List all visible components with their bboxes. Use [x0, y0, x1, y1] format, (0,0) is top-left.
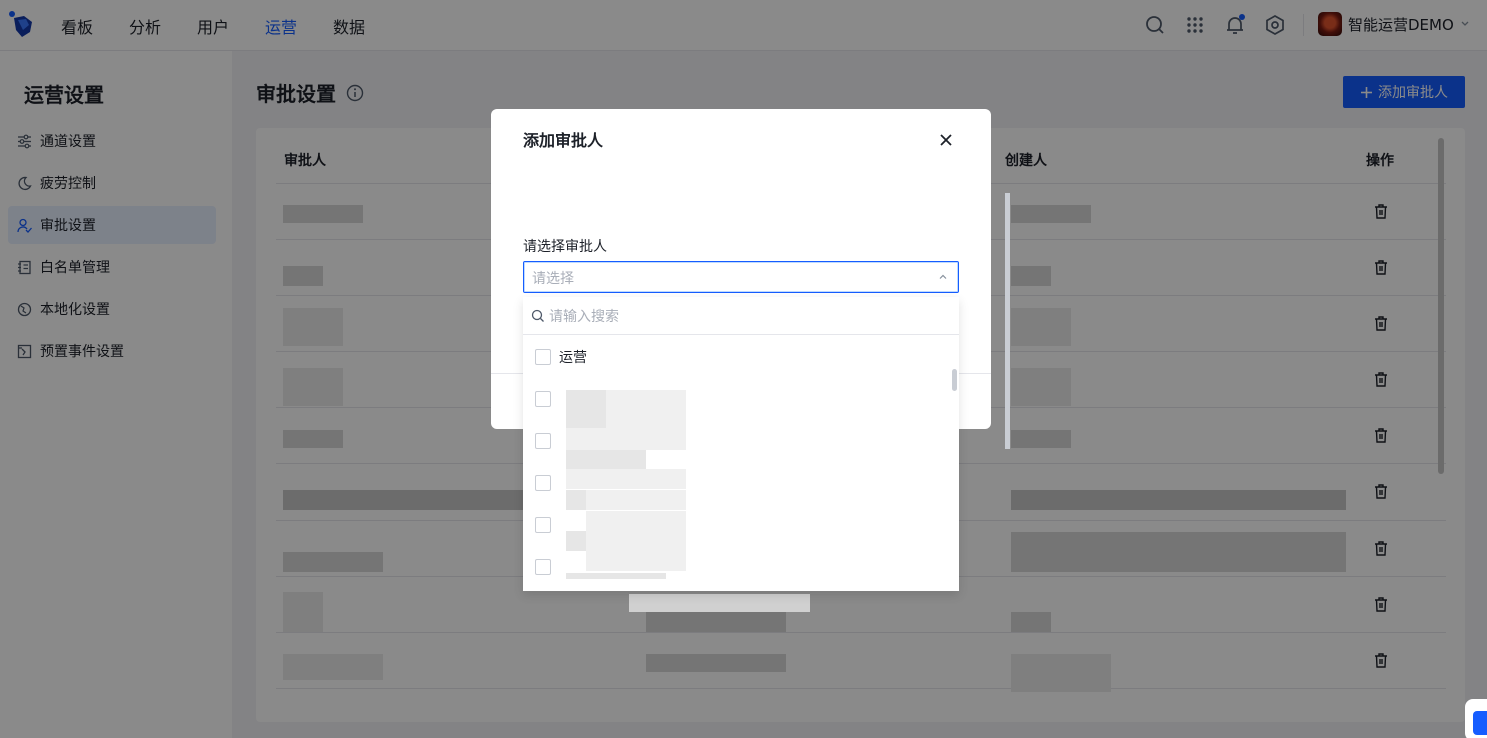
select-placeholder: 请选择	[532, 271, 574, 287]
redacted-option	[566, 531, 586, 551]
option-checkbox[interactable]	[535, 391, 551, 407]
redacted-option	[606, 390, 686, 428]
option-label[interactable]: 运营	[559, 347, 587, 367]
option-checkbox[interactable]	[535, 475, 551, 491]
approver-select[interactable]: 请选择	[523, 261, 959, 293]
approver-dropdown: 请输入搜索 运营	[523, 297, 959, 591]
chevron-up-icon	[939, 274, 947, 279]
redacted-option	[566, 490, 586, 510]
chat-icon	[1473, 711, 1487, 735]
redacted-option	[586, 511, 686, 571]
approver-field-label: 请选择审批人	[523, 239, 607, 255]
modal-scrollbar[interactable]	[1005, 193, 1010, 449]
option-checkbox[interactable]	[535, 349, 551, 365]
option-checkbox[interactable]	[535, 433, 551, 449]
help-chat-button[interactable]	[1465, 699, 1487, 738]
dropdown-search[interactable]: 请输入搜索	[523, 297, 959, 335]
close-icon[interactable]	[939, 133, 953, 147]
dropdown-scrollbar[interactable]	[952, 369, 957, 391]
redacted-cell	[629, 594, 810, 612]
search-placeholder: 请输入搜索	[549, 309, 619, 325]
redacted-option	[586, 490, 686, 510]
search-icon	[531, 309, 544, 322]
redacted-option	[566, 390, 606, 428]
redacted-option	[566, 450, 646, 469]
redacted-option	[566, 469, 686, 489]
modal-title: 添加审批人	[523, 131, 604, 150]
redacted-option	[566, 573, 666, 579]
redacted-option	[566, 428, 686, 450]
option-checkbox[interactable]	[535, 517, 551, 533]
option-checkbox[interactable]	[535, 559, 551, 575]
